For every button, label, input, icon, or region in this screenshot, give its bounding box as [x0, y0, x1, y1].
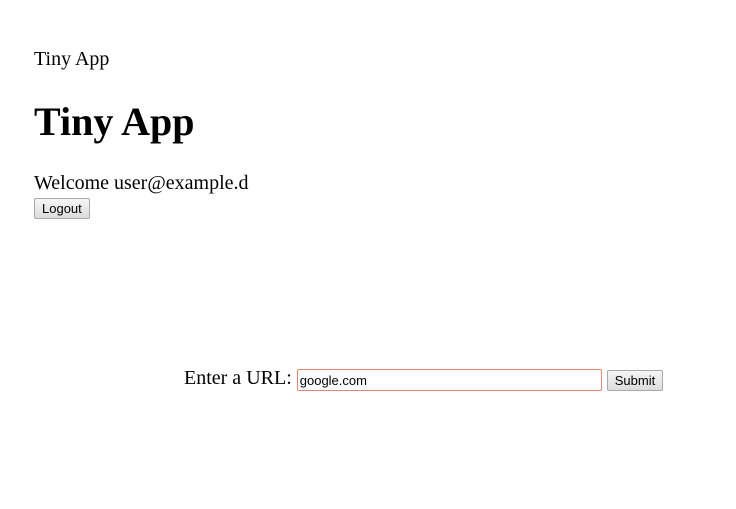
- logout-button[interactable]: Logout: [34, 198, 90, 219]
- welcome-message: Welcome user@example.d: [34, 172, 249, 194]
- url-input[interactable]: [296, 369, 602, 391]
- submit-button[interactable]: Submit: [606, 369, 664, 391]
- page-title: Tiny App: [34, 99, 195, 144]
- url-form: Enter a URL: Submit: [184, 367, 664, 392]
- url-label: Enter a URL:: [184, 367, 292, 389]
- top-app-label: Tiny App: [34, 48, 110, 70]
